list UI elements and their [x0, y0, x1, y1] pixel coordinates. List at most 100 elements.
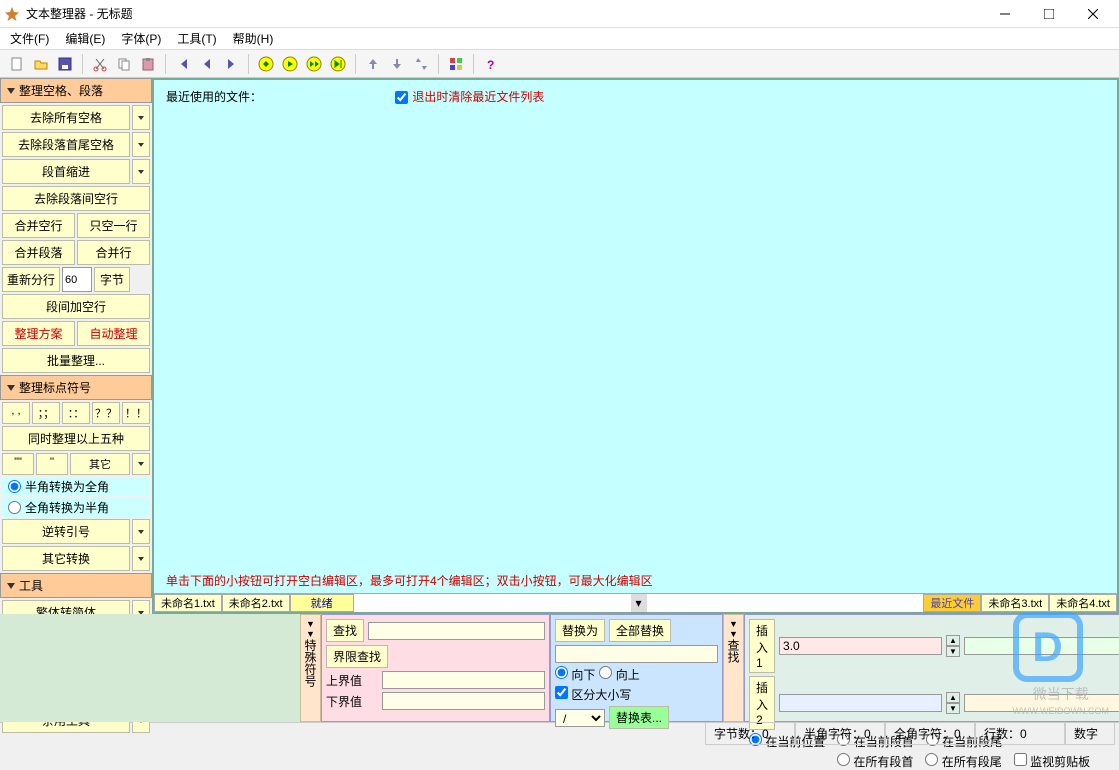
dir-up-radio[interactable]: 向上	[599, 666, 639, 683]
insert4-input[interactable]	[964, 694, 1119, 712]
maximize-button[interactable]	[1027, 0, 1071, 28]
status-tab: 就绪	[290, 594, 354, 612]
section-spaces-header[interactable]: 整理空格、段落	[0, 78, 152, 103]
dir-down-radio[interactable]: 向下	[555, 666, 595, 683]
menu-tools[interactable]: 工具(T)	[171, 28, 222, 49]
down-icon[interactable]	[386, 53, 408, 75]
tab-2[interactable]: 未命名2.txt	[222, 594, 290, 612]
remove-all-spaces-button[interactable]: 去除所有空格	[2, 105, 130, 130]
nav1-icon[interactable]	[255, 53, 277, 75]
menu-edit[interactable]: 编辑(E)	[59, 28, 111, 49]
replace-select[interactable]: /	[555, 709, 605, 727]
only-one-button[interactable]: 只空一行	[77, 213, 150, 238]
minimize-button[interactable]	[983, 0, 1027, 28]
rewrap-button[interactable]: 重新分行	[2, 267, 60, 292]
find-input[interactable]	[368, 622, 545, 640]
upper-input[interactable]	[382, 671, 545, 689]
tab-1[interactable]: 未命名1.txt	[154, 594, 222, 612]
remove-para-trail-button[interactable]: 去除段落首尾空格	[2, 132, 130, 157]
status-full: 全角字符：0	[885, 722, 975, 745]
titlebar: 文本整理器 - 无标题	[0, 0, 1119, 28]
punct2-button[interactable]: ；；	[32, 402, 60, 424]
dropdown-icon[interactable]	[132, 453, 150, 475]
punct3-button[interactable]: ：：	[62, 402, 90, 424]
dropdown-icon[interactable]	[132, 132, 150, 157]
sidebar: 整理空格、段落 去除所有空格 去除段落首尾空格 段首缩进 去除段落间空行 合并空…	[0, 78, 152, 614]
all5-button[interactable]: 同时整理以上五种	[2, 426, 150, 451]
replace-button[interactable]: 替换为	[555, 619, 605, 642]
limit-find-button[interactable]: 界限查找	[326, 645, 388, 668]
scheme-button[interactable]: 整理方案	[2, 321, 75, 346]
nav2-icon[interactable]	[279, 53, 301, 75]
find-button[interactable]: 查找	[326, 619, 364, 642]
lower-input[interactable]	[382, 692, 545, 710]
tab-4[interactable]: 未命名4.txt	[1049, 594, 1117, 612]
help-icon[interactable]: ?	[480, 53, 502, 75]
next-icon[interactable]	[220, 53, 242, 75]
search-panel: 查找 界限查找 上界值 下界值	[321, 614, 550, 722]
replace-table-button[interactable]: 替换表...	[609, 706, 669, 729]
prev-icon[interactable]	[196, 53, 218, 75]
status-lines: 行数：0	[975, 722, 1065, 745]
case-checkbox[interactable]: 区分大小写	[555, 686, 718, 703]
indent-button[interactable]: 段首缩进	[2, 159, 130, 184]
up-icon[interactable]	[362, 53, 384, 75]
nav3-icon[interactable]	[303, 53, 325, 75]
punct5-button[interactable]: ！！	[122, 402, 150, 424]
insert2-input[interactable]	[779, 694, 942, 712]
punct1-button[interactable]: , ,	[2, 402, 30, 424]
find-vlabel[interactable]: ▼▼查找	[723, 614, 744, 722]
dropdown-icon[interactable]	[132, 105, 150, 130]
tab-3[interactable]: 未命名3.txt	[981, 594, 1049, 612]
editor-body[interactable]	[154, 113, 1117, 572]
editor-hint: 单击下面的小按钮可打开空白编辑区，最多可打开4个编辑区；双击小按钮，可最大化编辑…	[154, 572, 1117, 593]
merge-line-button[interactable]: 合并行	[77, 240, 150, 265]
status-half: 半角字符：0	[795, 722, 885, 745]
status-bytes: 字节数：0	[705, 722, 795, 745]
copy-icon[interactable]	[113, 53, 135, 75]
nav4-icon[interactable]	[327, 53, 349, 75]
cut-icon[interactable]	[89, 53, 111, 75]
other-conv-button[interactable]: 其它转换	[2, 546, 130, 571]
save-icon[interactable]	[54, 53, 76, 75]
remove-para-blank-button[interactable]: 去除段落间空行	[2, 186, 150, 211]
menu-font[interactable]: 字体(P)	[115, 28, 167, 49]
half2full-radio[interactable]: 半角转换为全角	[2, 477, 150, 496]
insert3-input[interactable]	[964, 637, 1119, 655]
updown-icon[interactable]	[410, 53, 432, 75]
merge-blank-button[interactable]: 合并空行	[2, 213, 75, 238]
section-punct-header[interactable]: 整理标点符号	[0, 375, 152, 400]
quote2-button[interactable]: ''	[36, 453, 68, 475]
paste-icon[interactable]	[137, 53, 159, 75]
tab-dropdown[interactable]: ▾	[631, 594, 647, 612]
new-icon[interactable]	[6, 53, 28, 75]
reverse-quote-button[interactable]: 逆转引号	[2, 519, 130, 544]
open-icon[interactable]	[30, 53, 52, 75]
other-button[interactable]: 其它	[70, 453, 130, 475]
clear-recent-checkbox[interactable]: 退出时清除最近文件列表	[395, 90, 544, 104]
dropdown-icon[interactable]	[132, 519, 150, 544]
add-blank-button[interactable]: 段间加空行	[2, 294, 150, 319]
dropdown-icon[interactable]	[132, 546, 150, 571]
dropdown-icon[interactable]	[132, 159, 150, 184]
recent-tab[interactable]: 最近文件	[923, 594, 981, 612]
section-tools-header[interactable]: 工具	[0, 573, 152, 598]
merge-para-button[interactable]: 合并段落	[2, 240, 75, 265]
replace-input[interactable]	[555, 645, 718, 663]
menu-help[interactable]: 帮助(H)	[227, 28, 280, 49]
quote1-button[interactable]: ""	[2, 453, 34, 475]
close-button[interactable]	[1071, 0, 1115, 28]
punct4-button[interactable]: ？？	[92, 402, 120, 424]
full2half-radio[interactable]: 全角转换为半角	[2, 498, 150, 517]
insert1-button[interactable]: 插入1	[749, 619, 775, 673]
insert1-input[interactable]	[779, 637, 942, 655]
auto-button[interactable]: 自动整理	[77, 321, 150, 346]
menu-file[interactable]: 文件(F)	[4, 28, 55, 49]
toolbar: ?	[0, 50, 1119, 78]
first-icon[interactable]	[172, 53, 194, 75]
grid-icon[interactable]	[445, 53, 467, 75]
special-chars-vlabel[interactable]: ▼▼特殊符号	[300, 614, 321, 722]
replace-all-button[interactable]: 全部替换	[609, 619, 671, 642]
batch-button[interactable]: 批量整理...	[2, 348, 150, 373]
rewrap-input[interactable]	[62, 267, 92, 292]
